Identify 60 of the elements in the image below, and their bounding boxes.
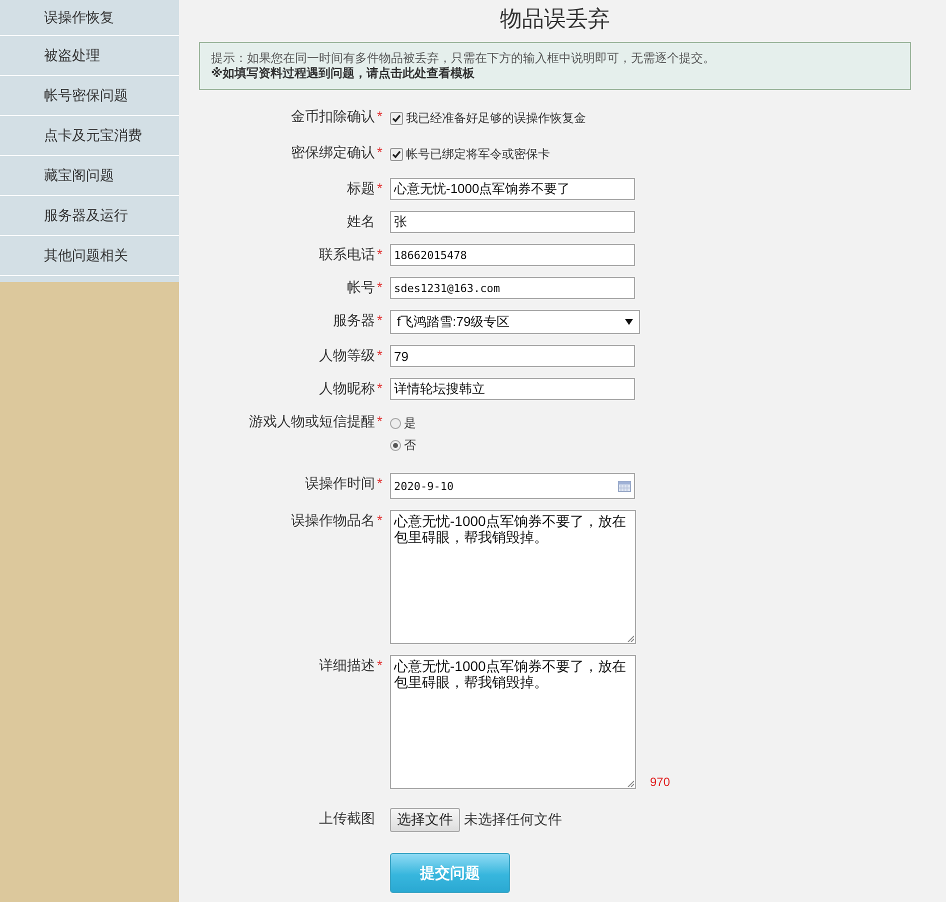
sidebar-item[interactable]: 藏宝阁问题 [0, 156, 179, 196]
required-mark: * [376, 511, 384, 528]
character-counter: 970 [650, 775, 672, 789]
field-label: 上传截图 [318, 809, 375, 828]
field-label: 游戏人物或短信提醒 [248, 412, 375, 431]
resize-grip-icon[interactable] [627, 780, 634, 787]
text-area[interactable]: 心意无忧-1000点军饷券不要了，放在包里碍眼，帮我销毁掉。 [390, 655, 636, 789]
field-label: 详细描述 [318, 656, 375, 675]
text-area[interactable]: 心意无忧-1000点军饷券不要了，放在包里碍眼，帮我销毁掉。 [390, 510, 636, 644]
text-field[interactable]: 张 [390, 211, 635, 233]
sidebar-item[interactable]: 服务器及运行 [0, 196, 179, 236]
required-mark: * [376, 143, 384, 160]
field-label: 人物昵称 [318, 379, 375, 398]
required-mark: * [376, 311, 384, 328]
hint-text: 提示：如果您在同一时间有多件物品被丢弃，只需在下方的输入框中说明即可，无需逐个提交。 [211, 51, 715, 66]
field-label: 帐号 [346, 278, 375, 297]
resize-grip-icon[interactable] [627, 635, 634, 642]
caret-icon[interactable] [625, 319, 633, 325]
sidebar-item[interactable]: 点卡及元宝消费 [0, 116, 179, 156]
choose-file-button[interactable]: 选择文件 [390, 808, 460, 832]
field-label: 误操作时间 [304, 474, 375, 493]
radio-button[interactable] [390, 440, 401, 451]
field-label: 误操作物品名 [290, 511, 375, 530]
required-mark: * [376, 278, 384, 295]
checkbox-label: 帐号已绑定将军令或密保卡 [406, 146, 550, 163]
server-dropdown[interactable]: f飞鸿踏雪:79级专区 [390, 310, 640, 334]
text-field[interactable]: 79 [390, 345, 635, 367]
sidebar-item[interactable]: 被盗处理 [0, 36, 179, 76]
file-status: 未选择任何文件 [464, 811, 562, 829]
radio-label: 是 [404, 415, 416, 432]
checkbox-label: 我已经准备好足够的误操作恢复金 [406, 110, 586, 127]
field-label: 姓名 [346, 212, 375, 231]
required-mark: * [376, 107, 384, 124]
required-mark: * [376, 656, 384, 673]
sidebar-item[interactable]: 其他问题相关 [0, 236, 179, 276]
field-label: 服务器 [332, 311, 375, 330]
template-link[interactable]: ※如填写资料过程遇到问题，请点击此处查看模板 [211, 66, 475, 81]
sidebar-item[interactable]: 帐号密保问题 [0, 76, 179, 116]
required-mark: * [376, 474, 384, 491]
checkbox[interactable] [390, 148, 403, 161]
date-field[interactable]: 2020-9-10 [390, 473, 635, 499]
field-label: 密保绑定确认 [290, 143, 375, 162]
text-field[interactable]: 心意无忧-1000点军饷券不要了 [390, 178, 635, 200]
radio-label: 否 [404, 437, 416, 454]
field-label: 金币扣除确认 [290, 107, 375, 126]
required-mark: * [376, 179, 384, 196]
field-label: 标题 [346, 179, 375, 198]
page-title: 物品误丢弃 [499, 5, 611, 33]
field-label: 联系电话 [318, 245, 375, 264]
text-field[interactable]: sdes1231@163.com [390, 277, 635, 299]
text-field[interactable]: 18662015478 [390, 244, 635, 266]
required-mark: * [376, 379, 384, 396]
field-label: 人物等级 [318, 346, 375, 365]
required-mark: * [376, 245, 384, 262]
checkbox[interactable] [390, 112, 403, 125]
radio-button[interactable] [390, 418, 401, 429]
required-mark: * [376, 346, 384, 363]
text-field[interactable]: 详情轮坛搜韩立 [390, 378, 635, 400]
sidebar-item[interactable]: 误操作恢复 [0, 0, 179, 36]
required-mark: * [376, 412, 384, 429]
